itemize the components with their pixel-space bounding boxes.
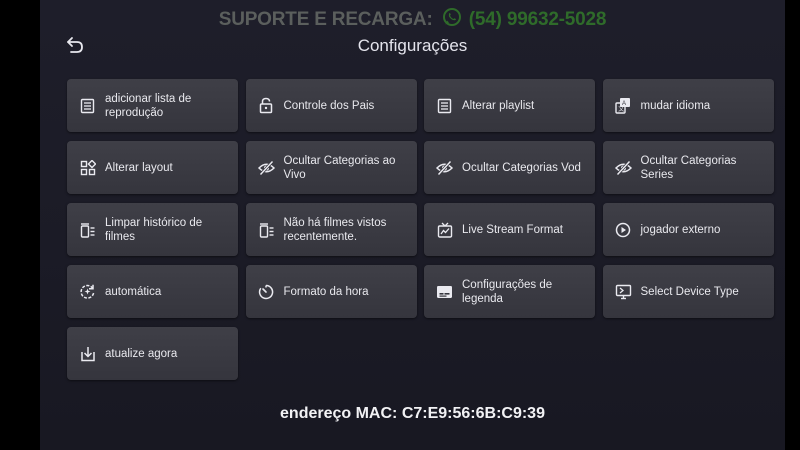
setting-label: mudar idioma (640, 99, 711, 112)
whatsapp-icon (442, 7, 462, 33)
setting-label: Configurações de legenda (462, 278, 553, 305)
setting-label: Select Device Type (640, 285, 739, 298)
clear-history-icon (258, 221, 275, 238)
mac-address: endereço MAC: C7:E9:56:6B:C9:39 (280, 405, 545, 422)
setting-label: automática (105, 285, 162, 298)
setting-atualize-agora[interactable]: atualize agora (67, 327, 238, 380)
setting-label: Alterar playlist (462, 99, 535, 112)
svg-text:文: 文 (618, 105, 624, 113)
setting-ocultar-categorias-vod[interactable]: Ocultar Categorias Vod (424, 141, 595, 194)
layout-icon (79, 159, 96, 176)
setting-label: adicionar lista de reprodução (105, 92, 192, 119)
setting-nao-ha-filmes-vistos-recentemente[interactable]: Não há filmes vistos recentemente. (245, 203, 417, 256)
setting-label: Alterar layout (105, 161, 173, 174)
setting-label: Não há filmes vistos recentemente. (283, 216, 387, 243)
language-icon: A文 (615, 97, 632, 114)
setting-label: atualize agora (105, 347, 178, 360)
setting-label: Formato da hora (283, 285, 369, 298)
playlist-icon (436, 97, 453, 114)
eye-off-icon (614, 159, 632, 176)
setting-label: Limpar histórico de filmes (105, 216, 203, 243)
support-phone: (54) 99632-5028 (468, 9, 607, 31)
settings-screen: SUPORTE E RECARGA: (54) 99632-5028 Confi… (40, 0, 785, 450)
device-icon (615, 283, 632, 300)
support-label: SUPORTE E RECARGA: (218, 9, 433, 31)
setting-label: Ocultar Categorias ao Vivo (283, 154, 396, 181)
setting-ocultar-categorias-ao-vivo[interactable]: Ocultar Categorias ao Vivo (245, 141, 417, 194)
timer-icon (258, 283, 275, 300)
download-update-icon (79, 345, 96, 362)
setting-live-stream-format[interactable]: Live Stream Format (424, 203, 595, 256)
support-banner: SUPORTE E RECARGA: (54) 99632-5028 (40, 7, 785, 33)
setting-select-device-type[interactable]: Select Device Type (602, 265, 774, 318)
setting-automatica[interactable]: automática (67, 265, 238, 318)
setting-label: Live Stream Format (462, 223, 563, 236)
lock-icon (258, 97, 275, 114)
clear-history-icon (79, 221, 96, 238)
setting-ocultar-categorias-series[interactable]: Ocultar Categorias Series (602, 141, 774, 194)
setting-limpar-historico-de-filmes[interactable]: Limpar histórico de filmes (67, 203, 238, 256)
setting-controle-dos-pais[interactable]: Controle dos Pais (245, 79, 417, 132)
eye-off-icon (436, 159, 453, 176)
live-tv-icon (436, 221, 453, 238)
setting-formato-da-hora[interactable]: Formato da hora (245, 265, 417, 318)
auto-refresh-icon (79, 283, 96, 300)
setting-configuracoes-de-legenda[interactable]: Configurações de legenda (424, 265, 595, 318)
subtitles-icon (436, 283, 453, 300)
setting-label: Controle dos Pais (283, 99, 375, 112)
setting-alterar-playlist[interactable]: Alterar playlist (424, 79, 595, 132)
setting-label: Ocultar Categorias Series (640, 154, 737, 181)
play-circle-icon (615, 221, 632, 238)
playlist-icon (79, 97, 96, 114)
settings-grid: adicionar lista de reprodução Controle do… (67, 79, 774, 380)
setting-alterar-layout[interactable]: Alterar layout (67, 141, 238, 194)
setting-adicionar-lista-de-reproducao[interactable]: adicionar lista de reprodução (67, 79, 238, 132)
setting-mudar-idioma[interactable]: A 文 mudar idioma (602, 79, 774, 132)
setting-label: Ocultar Categorias Vod (462, 161, 581, 174)
setting-label: jogador externo (640, 223, 721, 236)
eye-off-icon (257, 159, 275, 176)
setting-jogador-externo[interactable]: jogador externo (602, 203, 774, 256)
page-title: Configurações (357, 36, 468, 55)
